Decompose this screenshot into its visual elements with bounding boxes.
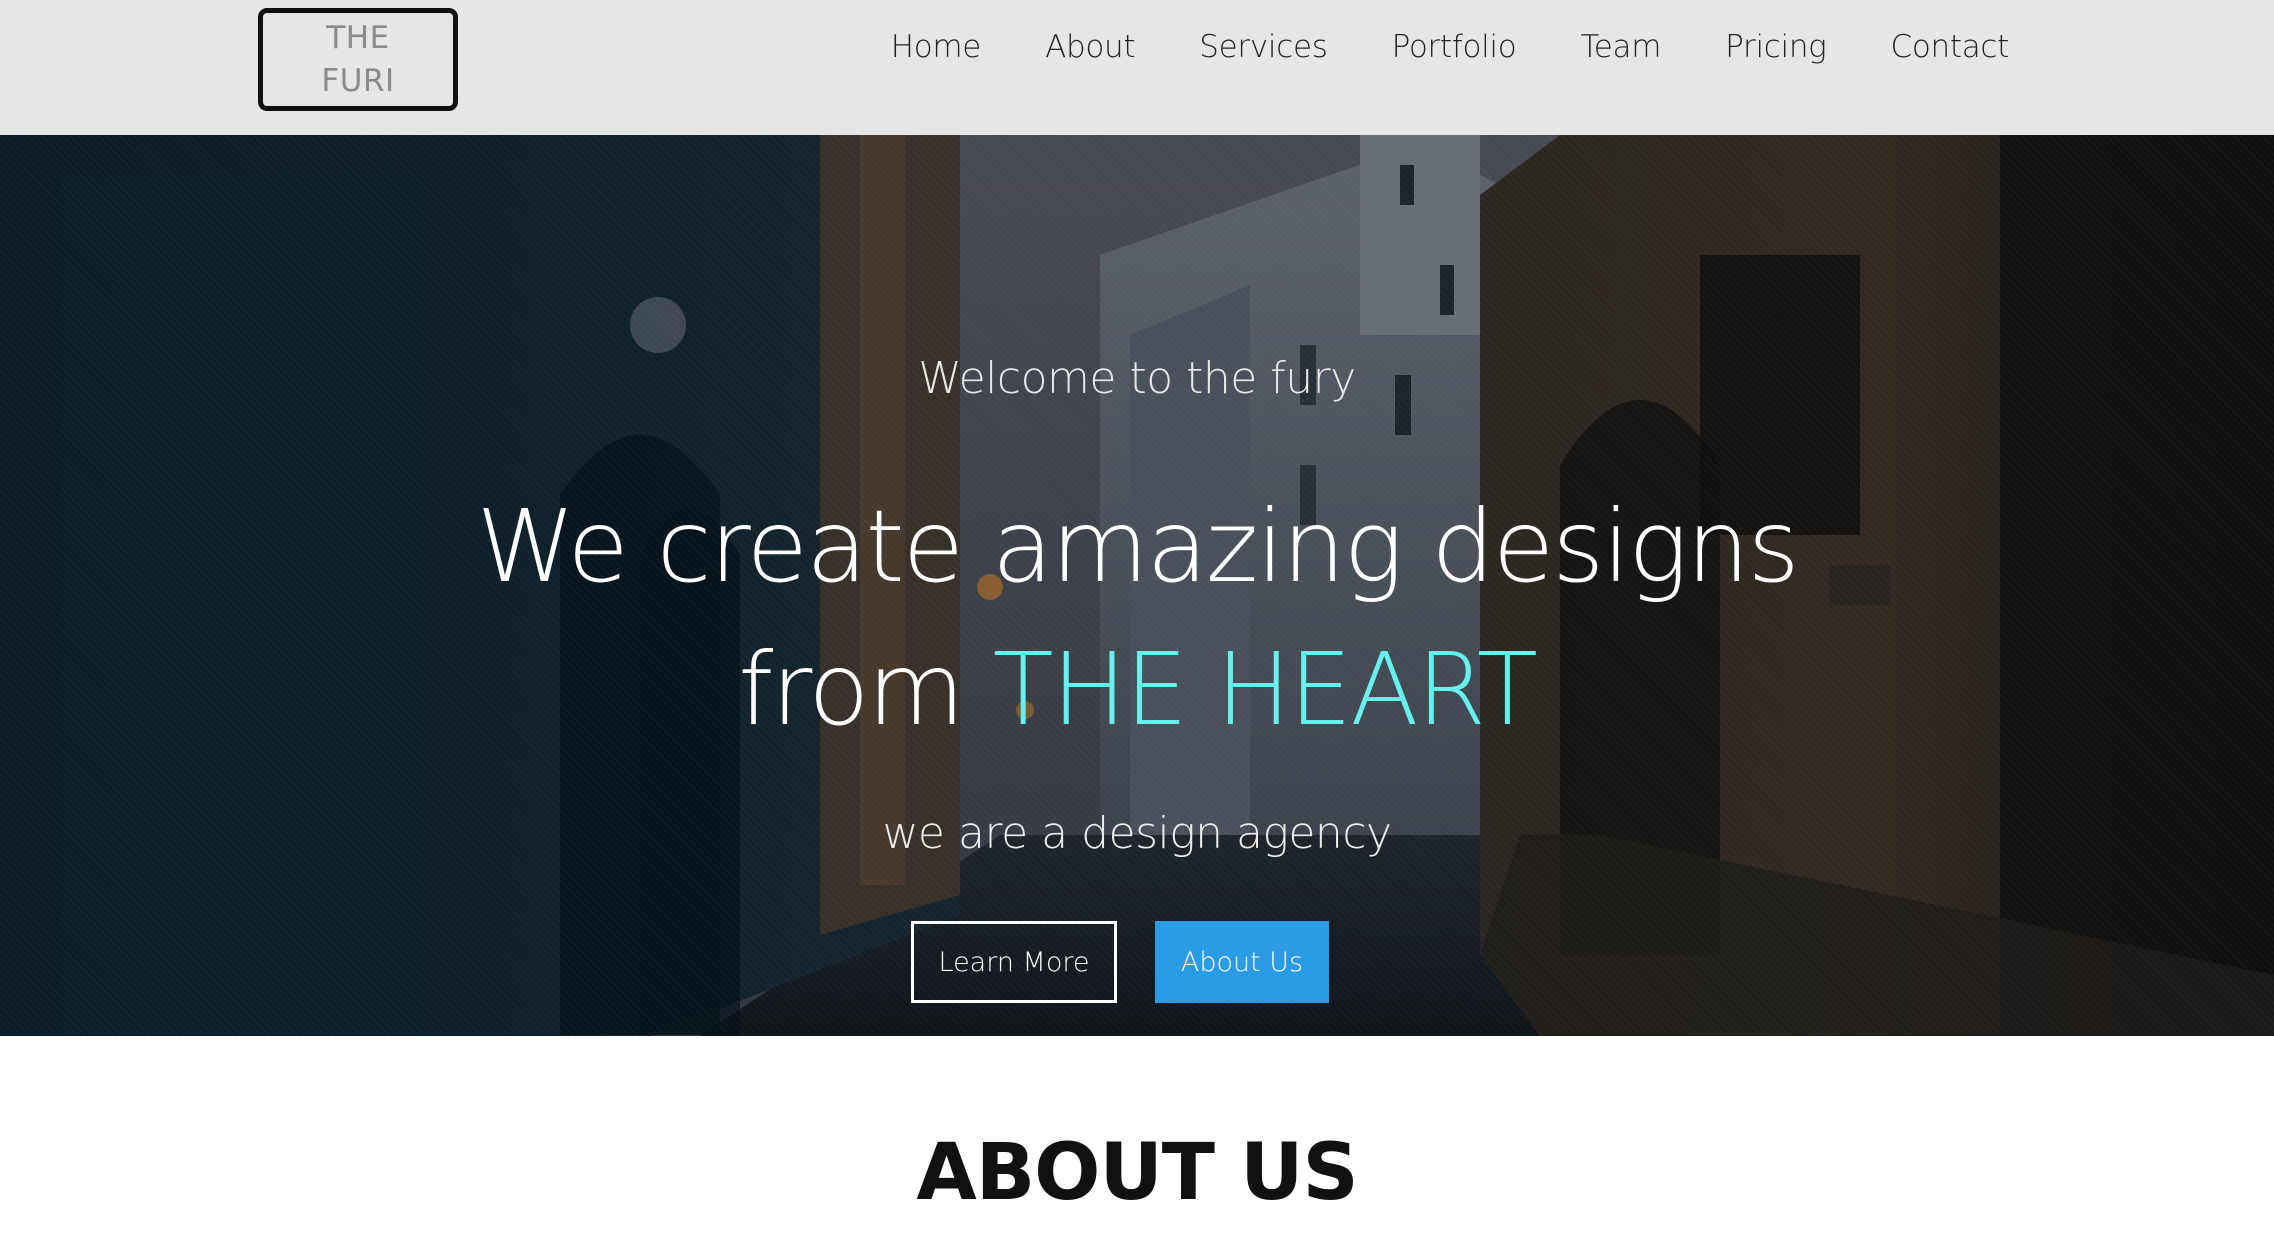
nav-item-pricing[interactable]: Pricing [1725,29,1827,65]
navbar: THE FURI Home About Services Portfolio T… [0,0,2274,135]
nav-item-services[interactable]: Services [1199,29,1328,65]
hero-section: Welcome to the fury We create amazing de… [0,135,2274,1036]
nav-item-about[interactable]: About [1045,29,1135,65]
nav-item-team[interactable]: Team [1580,29,1661,65]
hero-title: We create amazing designs from THE HEART [0,475,2274,761]
hero-title-accent: THE HEART [992,631,1538,748]
hero-welcome-text: Welcome to the fury [918,353,1356,404]
hero-content: Welcome to the fury We create amazing de… [0,135,2274,1036]
nav-item-contact[interactable]: Contact [1890,29,2009,65]
hero-title-line-2: from THE HEART [0,618,2274,761]
hero-subtitle: we are a design agency [882,808,1392,859]
logo-line-2: FURI [321,63,395,99]
learn-more-button[interactable]: Learn More [911,921,1117,1003]
about-title: ABOUT US [916,1128,1358,1218]
hero-buttons: Learn More About Us [0,921,2274,1003]
hero-title-prefix: from [738,631,965,748]
hero-title-line-1: We create amazing designs [476,488,1799,605]
about-us-button[interactable]: About Us [1155,921,1329,1003]
logo-line-1: THE [326,20,390,56]
about-section: ABOUT US [0,1036,2274,1254]
nav-menu: Home About Services Portfolio Team Prici… [827,0,2010,94]
logo[interactable]: THE FURI [258,8,458,111]
nav-item-portfolio[interactable]: Portfolio [1392,29,1517,65]
nav-item-home[interactable]: Home [891,29,982,65]
